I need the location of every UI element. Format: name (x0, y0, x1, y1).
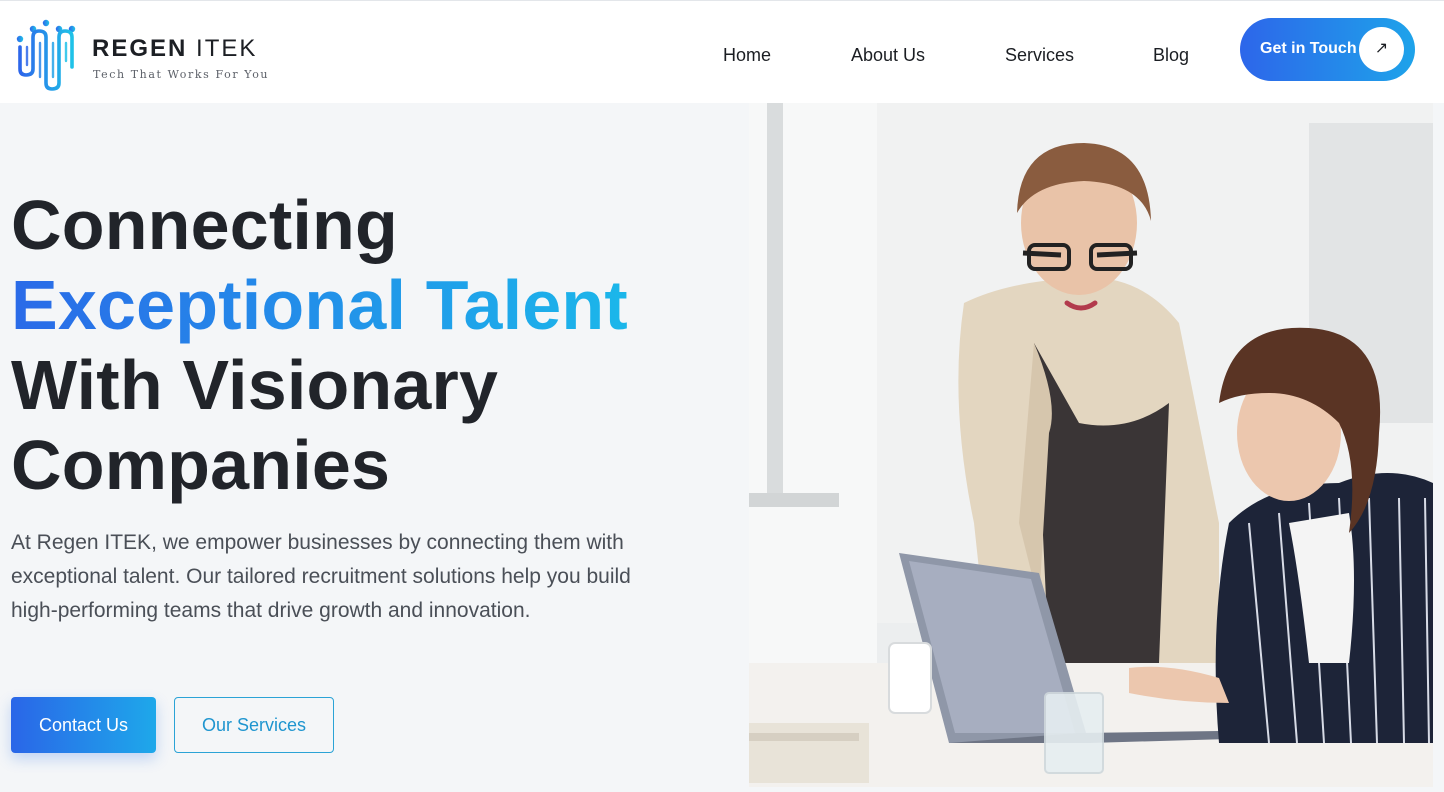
two-women-working-at-laptop-image (749, 103, 1433, 787)
main-nav: Home About Us Services Blog (0, 1, 1444, 104)
hero-description: At Regen ITEK, we empower businesses by … (11, 531, 631, 622)
nav-about-us[interactable]: About Us (851, 45, 925, 66)
headline-line-3: With Visionary (11, 346, 499, 424)
contact-us-button[interactable]: Contact Us (11, 697, 156, 753)
headline-line-1: Connecting (11, 186, 398, 264)
our-services-button[interactable]: Our Services (174, 697, 334, 753)
hero-headline: Connecting Exceptional Talent With Visio… (11, 185, 628, 505)
arrow-up-right-icon: ↗ (1374, 40, 1389, 57)
nav-blog[interactable]: Blog (1153, 45, 1189, 66)
headline-highlight: Exceptional Talent (11, 266, 628, 344)
get-in-touch-button[interactable]: Get in Touch ↗ (1240, 18, 1415, 81)
get-in-touch-label: Get in Touch (1260, 40, 1357, 57)
nav-home[interactable]: Home (723, 45, 771, 66)
site-header: REGEN ITEK Tech That Works For You Home … (0, 0, 1444, 103)
nav-services[interactable]: Services (1005, 45, 1074, 66)
hero-photo (749, 103, 1433, 787)
hero-section: Connecting Exceptional Talent With Visio… (0, 103, 1444, 792)
cta-arrow-circle: ↗ (1359, 27, 1404, 72)
headline-line-4: Companies (11, 426, 391, 504)
